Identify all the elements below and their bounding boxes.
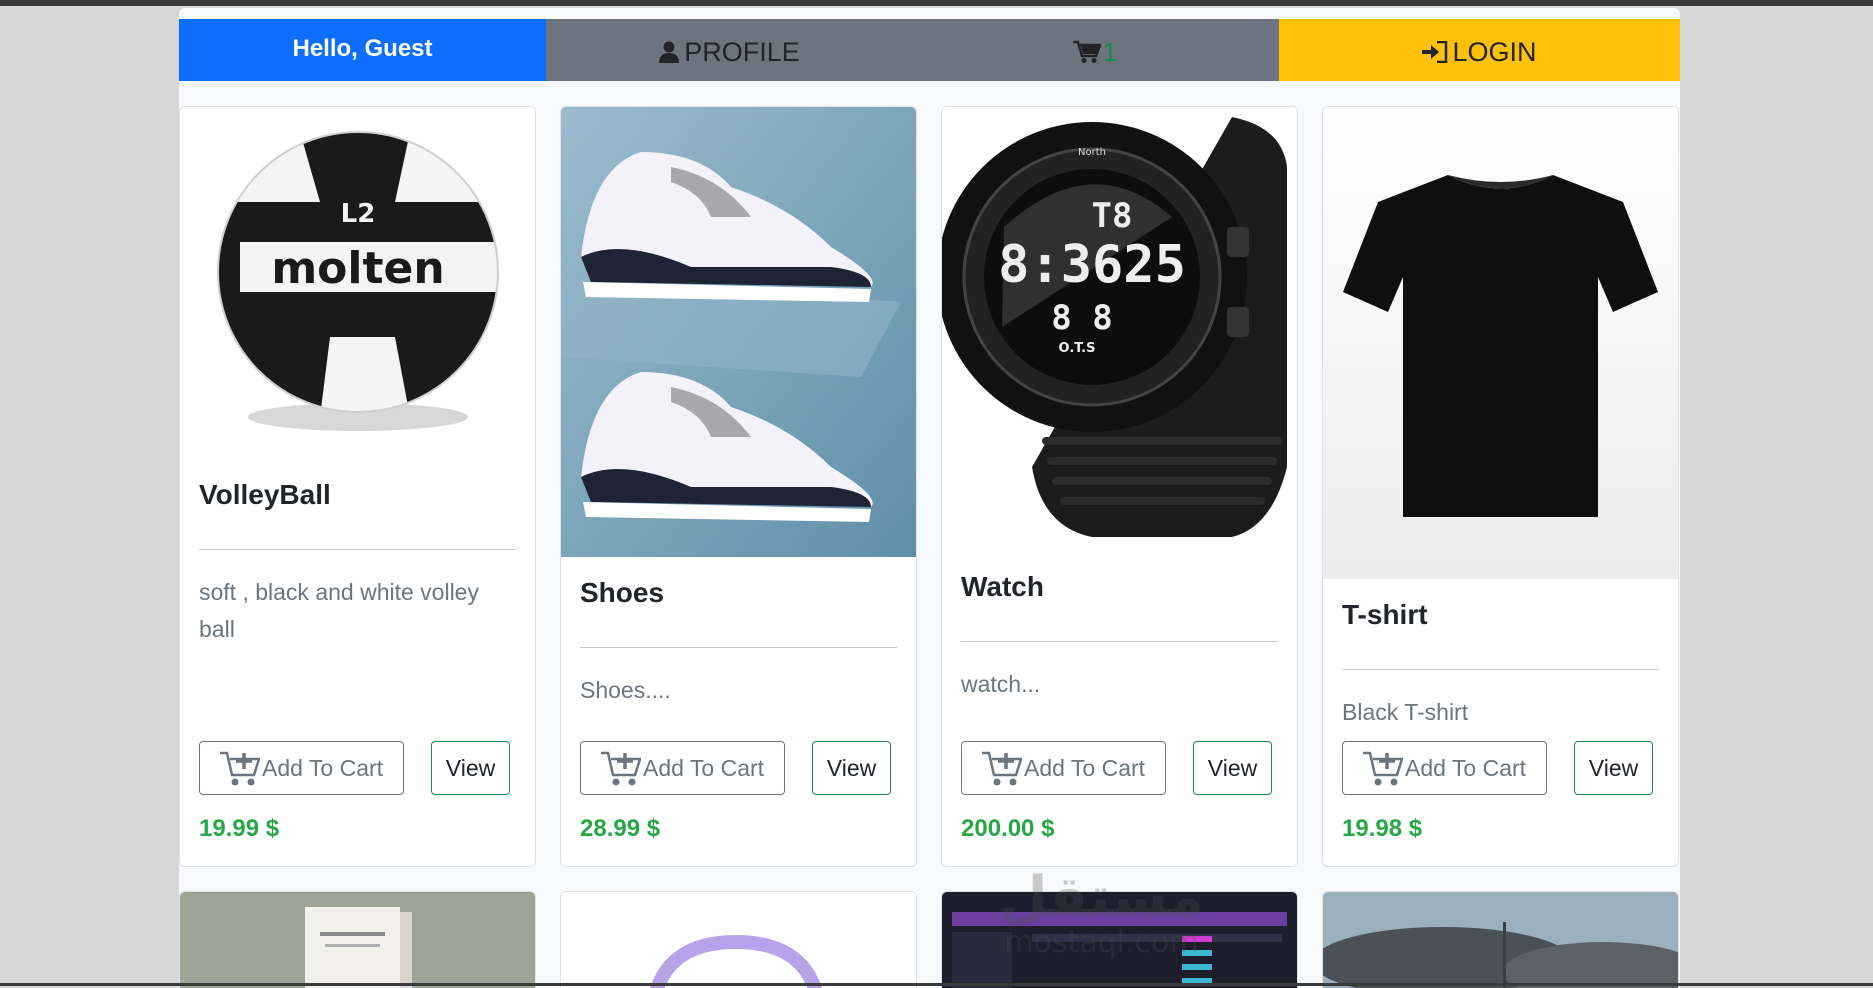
- store-page: Hello, Guest PROFILE 1 LOGIN molten L2 V…: [179, 8, 1680, 988]
- cart-count: 1: [1102, 36, 1118, 67]
- view-label: View: [826, 754, 877, 781]
- svg-text:L2: L2: [341, 199, 376, 229]
- add-to-cart-label: Add To Cart: [1405, 754, 1527, 781]
- product-description: Shoes....: [580, 677, 671, 703]
- card-body: Shoes Shoes....: [580, 577, 897, 709]
- cart-plus-icon: [1363, 751, 1403, 786]
- add-to-cart-button[interactable]: Add To Cart: [961, 741, 1166, 795]
- product-card-ring-image[interactable]: [560, 891, 917, 988]
- svg-text:8:3625: 8:3625: [998, 235, 1186, 295]
- product-price: 19.99 $: [199, 815, 280, 842]
- view-button[interactable]: View: [812, 741, 891, 795]
- cart-plus-icon: [982, 751, 1022, 786]
- cart-icon: [1072, 40, 1101, 63]
- product-description: Black T-shirt: [1342, 699, 1469, 725]
- product-price: 28.99 $: [580, 815, 661, 842]
- product-description: soft , black and white volley ball: [199, 579, 479, 642]
- cart-link[interactable]: 1: [912, 33, 1278, 68]
- profile-link[interactable]: PROFILE: [546, 33, 912, 68]
- svg-text:T8: T8: [1092, 196, 1133, 236]
- product-price: 19.98 $: [1342, 815, 1423, 842]
- view-label: View: [1207, 754, 1258, 781]
- tshirt-image: [1323, 107, 1678, 579]
- product-title: Watch: [961, 571, 1044, 602]
- shoes-image: [561, 107, 916, 557]
- view-button[interactable]: View: [431, 741, 510, 795]
- ring-image: [561, 892, 916, 988]
- divider: [580, 647, 897, 648]
- profile-label: PROFILE: [684, 36, 800, 67]
- watermark-site: mostaql.com: [1004, 925, 1199, 960]
- greeting-section: Hello, Guest: [179, 19, 546, 81]
- svg-text:North: North: [1078, 147, 1106, 158]
- card-body: T-shirt Black T-shirt: [1342, 599, 1659, 731]
- product-title: T-shirt: [1342, 599, 1428, 630]
- product-title: VolleyBall: [199, 479, 331, 510]
- view-label: View: [1588, 754, 1639, 781]
- view-button[interactable]: View: [1574, 741, 1653, 795]
- cart-plus-icon: [601, 751, 641, 786]
- user-icon: [659, 41, 680, 63]
- sign-in-icon: [1422, 41, 1448, 63]
- add-to-cart-button[interactable]: Add To Cart: [580, 741, 785, 795]
- watch-image: North T8 8:3625 8 8 O.T.S: [942, 107, 1297, 547]
- volleyball-image: molten L2: [180, 107, 535, 457]
- view-button[interactable]: View: [1193, 741, 1272, 795]
- login-label: LOGIN: [1452, 36, 1537, 67]
- product-card-volleyball: molten L2 VolleyBall soft , black and wh…: [179, 106, 536, 867]
- svg-text:O.T.S: O.T.S: [1059, 341, 1096, 356]
- window-top-border: [0, 0, 1873, 6]
- divider: [961, 641, 1278, 642]
- product-card-book-image[interactable]: [179, 891, 536, 988]
- view-label: View: [445, 754, 496, 781]
- svg-text:8 8: 8 8: [1051, 298, 1112, 338]
- svg-text:molten: molten: [271, 243, 444, 294]
- login-link[interactable]: LOGIN: [1279, 19, 1680, 81]
- product-card-tshirt: T-shirt Black T-shirt Add To Cart View 1…: [1322, 106, 1679, 867]
- top-navbar: Hello, Guest PROFILE 1 LOGIN: [179, 19, 1680, 81]
- card-body: Watch watch...: [961, 571, 1278, 703]
- divider: [199, 549, 516, 550]
- nav-links: PROFILE 1: [546, 19, 1279, 81]
- add-to-cart-label: Add To Cart: [643, 754, 765, 781]
- add-to-cart-label: Add To Cart: [262, 754, 384, 781]
- cart-plus-icon: [220, 751, 260, 786]
- sky-image: [1323, 892, 1678, 988]
- product-card-sky-image[interactable]: [1322, 891, 1679, 988]
- greeting-text: Hello, Guest: [292, 35, 433, 62]
- product-card-shoes: Shoes Shoes.... Add To Cart View 28.99 $: [560, 106, 917, 867]
- watermark-logo: مستقل: [999, 865, 1204, 930]
- add-to-cart-button[interactable]: Add To Cart: [1342, 741, 1547, 795]
- add-to-cart-button[interactable]: Add To Cart: [199, 741, 404, 795]
- add-to-cart-label: Add To Cart: [1024, 754, 1146, 781]
- product-title: Shoes: [580, 577, 665, 608]
- watermark: مستقل mostaql.com: [999, 868, 1204, 958]
- product-description: watch...: [961, 671, 1041, 697]
- product-price: 200.00 $: [961, 815, 1055, 842]
- book-image: [180, 892, 535, 988]
- divider: [1342, 669, 1659, 670]
- card-body: VolleyBall soft , black and white volley…: [199, 479, 516, 648]
- product-card-watch: North T8 8:3625 8 8 O.T.S Watch watch...…: [941, 106, 1298, 867]
